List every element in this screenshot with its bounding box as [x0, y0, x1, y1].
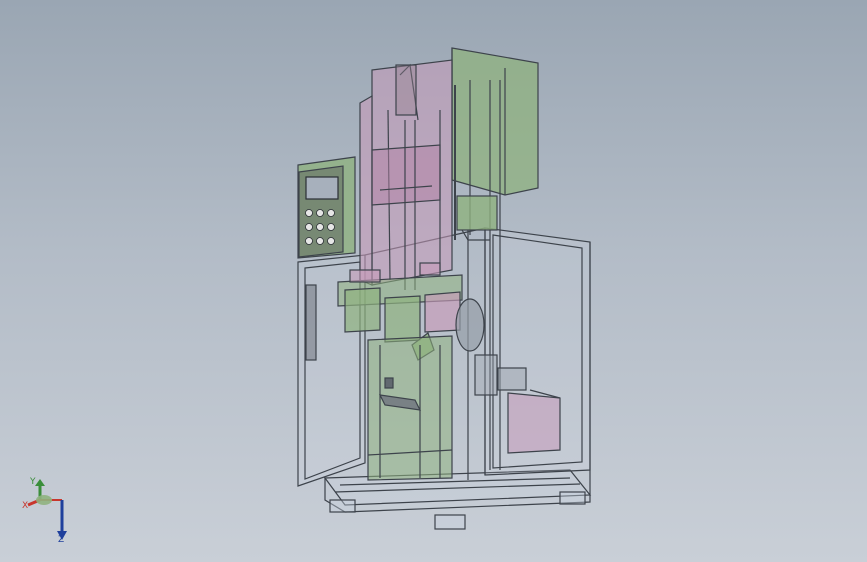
control-panel — [297, 156, 356, 259]
base-platform — [323, 469, 592, 530]
cad-viewport[interactable]: Y X Z — [0, 0, 867, 562]
y-axis-label: Y — [30, 477, 36, 487]
green-housing-upper — [451, 47, 539, 196]
z-axis-label: Z — [58, 535, 65, 545]
x-axis-label: X — [22, 501, 29, 511]
main-column — [359, 59, 453, 290]
motor-block — [507, 389, 561, 454]
machine-assembly-model[interactable] — [0, 0, 867, 562]
door-handle — [305, 284, 317, 361]
orientation-triad: Y X Z — [22, 478, 82, 548]
lower-column — [367, 335, 453, 481]
